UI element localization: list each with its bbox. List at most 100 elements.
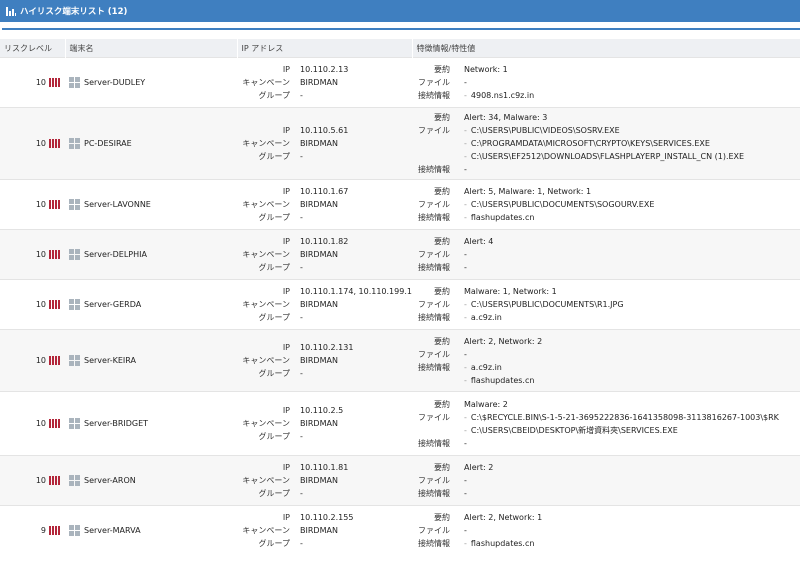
table-row[interactable]: 10 Server-ARON IP 10.110.1.81 キャンペーン BIR… <box>0 455 800 506</box>
file-path[interactable]: C:\$RECYCLE.BIN\S-1-5-21-3695222836-1641… <box>471 413 779 422</box>
file-list: - C:\USERS\PUBLIC\VIDEOS\SOSRV.EXE - C:\PRO… <box>464 126 745 161</box>
windows-icon <box>69 525 80 537</box>
file-path[interactable]: C:\USERS\PUBLIC\DOCUMENTS\SOGOURV.EXE <box>471 200 654 209</box>
file-path[interactable]: C:\USERS\PUBLIC\DOCUMENTS\R1.JPG <box>471 300 624 309</box>
summary-label: 要約 <box>434 399 450 409</box>
file-path[interactable]: C:\USERS\PUBLIC\VIDEOS\SOSRV.EXE <box>471 126 620 135</box>
ip-label: IP <box>282 287 290 296</box>
hostname-link[interactable]: PC-DESIRAE <box>84 139 132 148</box>
windows-icon <box>69 355 80 366</box>
ip-label: IP <box>282 237 290 246</box>
file-label: ファイル <box>418 412 450 422</box>
risk-bar <box>52 476 54 485</box>
hostname-link[interactable]: Server-ARON <box>84 476 136 485</box>
file-empty: - <box>464 526 467 536</box>
campaign-value[interactable]: BIRDMAN <box>300 417 412 430</box>
panel-title: ハイリスク端末リスト (12) <box>20 7 128 17</box>
connection-label: 接続情報 <box>418 489 450 498</box>
hostname-link[interactable]: Server-DELPHIA <box>84 250 147 259</box>
campaign-value[interactable]: BIRDMAN <box>300 137 412 150</box>
column-header-ip-address[interactable]: IP アドレス <box>237 39 413 58</box>
risk-level-bars <box>49 139 61 148</box>
file-empty: - <box>464 250 467 259</box>
column-header-risk-level[interactable]: リスクレベル <box>0 39 66 58</box>
risk-bar <box>49 139 51 148</box>
features-cell: 要約 Alert: 2, Network: 2 ファイル - 接続情報 - a.c9z.… <box>412 329 800 392</box>
group-label: グループ <box>258 539 290 549</box>
file-label: ファイル <box>418 200 450 209</box>
hostname-link[interactable]: Server-GERDA <box>84 300 141 309</box>
connection-label: 接続情報 <box>418 362 450 372</box>
table-row[interactable]: 10 Server-DELPHIA IP 10.110.1.82 キャンペーン … <box>0 229 800 280</box>
file-list: - <box>464 248 800 261</box>
connection-host[interactable]: a.c9z.in <box>471 363 502 372</box>
connection-list: - <box>464 437 800 450</box>
connection-host[interactable]: a.c9z.in <box>471 313 502 322</box>
risk-level-value: 10 <box>35 250 46 259</box>
windows-icon <box>69 199 80 210</box>
risk-bar <box>58 139 60 148</box>
table-row[interactable]: 10 Server-LAVONNE IP 10.110.1.67 キャンペーン … <box>0 179 800 230</box>
hostname-link[interactable]: Server-DUDLEY <box>84 78 145 87</box>
file-path[interactable]: C:\USERS\EF2512\DOWNLOADS\FLASHPLAYERP_I… <box>471 152 744 161</box>
campaign-value[interactable]: BIRDMAN <box>300 76 412 89</box>
summary-value: Alert: 5, Malware: 1, Network: 1 <box>464 187 592 196</box>
table-row[interactable]: 10 PC-DESIRAE IP 10.110.5.61 キャンペーン BIRD… <box>0 107 800 180</box>
file-path[interactable]: C:\PROGRAMDATA\MICROSOFT\CRYPTO\KEYS\SER… <box>471 139 710 148</box>
summary-value: Alert: 2, Network: 1 <box>464 513 543 523</box>
connection-host[interactable]: flashupdates.cn <box>471 539 535 548</box>
hostname-link[interactable]: Server-MARVA <box>84 526 141 535</box>
connection-host[interactable]: 4908.ns1.c9z.in <box>471 91 534 100</box>
bar-chart-icon <box>6 6 16 16</box>
connection-host[interactable]: flashupdates.cn <box>471 376 535 385</box>
summary-label: 要約 <box>434 336 450 346</box>
ip-cell: IP 10.110.2.13 キャンペーン BIRDMAN グループ - <box>237 57 412 108</box>
file-list: - C:\USERS\PUBLIC\DOCUMENTS\SOGOURV.EXE <box>464 200 655 209</box>
risk-bar <box>49 476 51 485</box>
features-cell: 要約 Alert: 5, Malware: 1, Network: 1 ファイル -… <box>412 179 800 230</box>
risk-bar <box>58 476 60 485</box>
campaign-value[interactable]: BIRDMAN <box>300 248 412 261</box>
ip-cell: IP 10.110.1.174, 10.110.199.174 キャンペーン B… <box>237 279 412 330</box>
campaign-value[interactable]: BIRDMAN <box>300 198 412 211</box>
risk-bar <box>55 356 57 365</box>
connection-host[interactable]: flashupdates.cn <box>471 213 535 222</box>
campaign-value[interactable]: BIRDMAN <box>300 354 412 367</box>
table-row[interactable]: 10 Server-GERDA IP 10.110.1.174, 10.110.… <box>0 279 800 330</box>
ip-value: 10.110.2.131 <box>300 343 354 352</box>
risk-bar <box>52 419 54 428</box>
risk-bar <box>55 200 57 209</box>
ip-value: 10.110.2.13 <box>300 65 349 74</box>
panel-header: ハイリスク端末リスト (12) <box>0 0 800 22</box>
ip-label: IP <box>282 187 290 196</box>
risk-level-cell: 10 <box>0 179 65 230</box>
hostname-link[interactable]: Server-KEIRA <box>84 356 136 365</box>
connection-label: 接続情報 <box>418 539 450 549</box>
file-path[interactable]: C:\USERS\CBEID\DESKTOP\新增資料夾\SERVICES.EX… <box>471 426 678 435</box>
campaign-value[interactable]: BIRDMAN <box>300 524 412 537</box>
column-header-features[interactable]: 特徴情報/特性値 <box>412 39 800 58</box>
file-list: - C:\$RECYCLE.BIN\S-1-5-21-3695222836-164… <box>464 412 779 435</box>
risk-level-value: 10 <box>35 476 46 485</box>
hostname-link[interactable]: Server-BRIDGET <box>84 419 148 428</box>
features-cell: 要約 Alert: 2 ファイル - 接続情報 - <box>412 455 800 506</box>
table-row[interactable]: 10 Server-KEIRA IP 10.110.2.131 キャンペーン B… <box>0 329 800 392</box>
file-list: - <box>464 524 800 537</box>
campaign-value[interactable]: BIRDMAN <box>300 298 412 311</box>
group-label: グループ <box>258 152 290 161</box>
risk-level-value: 10 <box>35 300 46 309</box>
table-row[interactable]: 10 Server-DUDLEY IP 10.110.2.13 キャンペーン B… <box>0 57 800 108</box>
connection-label: 接続情報 <box>418 313 450 322</box>
risk-level-bars <box>49 476 61 485</box>
ip-value: 10.110.1.82 <box>300 237 349 246</box>
column-header-hostname[interactable]: 端末名 <box>65 39 238 58</box>
table-row[interactable]: 9 Server-MARVA IP 10.110.2.155 キャンペーン BI… <box>0 505 800 556</box>
campaign-value[interactable]: BIRDMAN <box>300 474 412 487</box>
hostname-cell: Server-GERDA <box>65 279 237 330</box>
risk-bar <box>58 78 60 87</box>
summary-label: 要約 <box>434 287 450 296</box>
hostname-link[interactable]: Server-LAVONNE <box>84 200 151 209</box>
table-row[interactable]: 10 Server-BRIDGET IP 10.110.2.5 キャンペーン B… <box>0 391 800 456</box>
ip-cell: IP 10.110.2.131 キャンペーン BIRDMAN グループ - <box>237 329 412 392</box>
group-value: - <box>300 539 303 549</box>
